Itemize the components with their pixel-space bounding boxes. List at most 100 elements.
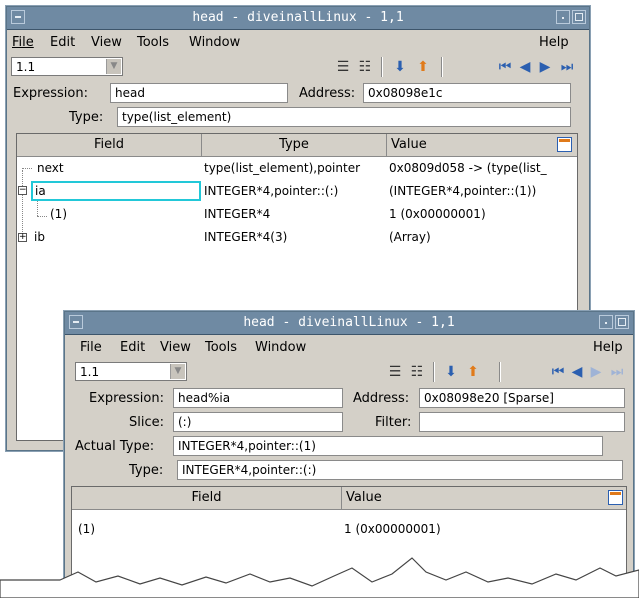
torn-edge (0, 557, 639, 598)
slice-row: Slice: (:) Filter: (65, 411, 633, 435)
menu-bar: File Edit View Tools Window Help (7, 30, 589, 54)
column-header-type[interactable]: Type (202, 134, 387, 156)
separator (441, 57, 443, 77)
separator (499, 362, 501, 382)
type-row: Type: INTEGER*4,pointer::(:) (65, 459, 633, 483)
menu-window[interactable]: Window (189, 35, 240, 50)
undive-icon[interactable]: ⬆ (465, 364, 481, 380)
last-icon[interactable]: ⏭ (609, 364, 625, 380)
undive-icon[interactable]: ⬆ (415, 59, 431, 75)
column-header-value[interactable]: Value (387, 134, 577, 156)
type-field[interactable]: INTEGER*4,pointer::(:) (177, 460, 623, 480)
actual-type-row: Actual Type: INTEGER*4,pointer::(1) (65, 435, 633, 459)
tree-connector (22, 168, 32, 170)
type-field[interactable]: type(list_element) (117, 107, 571, 127)
menu-window[interactable]: Window (255, 340, 306, 355)
maximize-icon[interactable] (615, 315, 629, 329)
table-header: Field Type Value (17, 134, 577, 157)
filter-label: Filter: (375, 415, 412, 430)
column-chooser-icon[interactable] (557, 137, 572, 152)
row-field-editor[interactable] (31, 181, 201, 201)
row-value: 1 (0x00000001) (344, 522, 441, 536)
maximize-icon[interactable] (572, 10, 586, 24)
dive-icon[interactable]: ⬇ (392, 59, 408, 75)
type-label: Type: (69, 110, 104, 125)
thread-combo-value: 1.1 (80, 365, 100, 379)
thread-combo-value: 1.1 (16, 60, 36, 74)
thread-combo[interactable]: 1.1 ▼ (11, 57, 123, 76)
collapse-icon[interactable]: − (18, 186, 27, 195)
row-value: (INTEGER*4,pointer::(1)) (389, 184, 537, 198)
row-type: INTEGER*4,pointer::(:) (204, 184, 339, 198)
menu-help[interactable]: Help (539, 35, 569, 50)
row-field: ib (34, 230, 45, 244)
menu-file[interactable]: File (80, 340, 102, 355)
table-header: Field Value (72, 487, 626, 510)
row-field: (1) (78, 522, 95, 536)
next-icon[interactable]: ▶ (537, 59, 553, 75)
column-header-value[interactable]: Value (342, 487, 626, 509)
row-value: (Array) (389, 230, 431, 244)
undive-list-icon[interactable]: ☷ (357, 59, 373, 75)
menu-edit[interactable]: Edit (120, 340, 145, 355)
tree-connector (37, 216, 47, 218)
actual-type-field[interactable]: INTEGER*4,pointer::(1) (173, 436, 603, 456)
address-field[interactable]: 0x08098e20 [Sparse] (419, 388, 625, 408)
toolbar: 1.1 ▼ ☰ ☷ ⬇ ⬆ ⏮ ◀ ▶ ⏭ (7, 54, 589, 80)
type-label: Type: (129, 463, 164, 478)
separator (381, 57, 383, 77)
minimize-icon[interactable] (599, 315, 613, 329)
next-icon[interactable]: ▶ (588, 364, 604, 380)
row-value: 0x0809d058 -> (type(list_ (389, 161, 547, 175)
toolbar: 1.1 ▼ ☰ ☷ ⬇ ⬆ ⏮ ◀ ▶ ⏭ (65, 359, 633, 385)
row-field: (1) (50, 207, 67, 221)
address-label: Address: (353, 391, 410, 406)
expression-label: Expression: (13, 86, 88, 101)
row-type: INTEGER*4(3) (204, 230, 288, 244)
separator (433, 362, 435, 382)
slice-label: Slice: (129, 415, 165, 430)
minimize-icon[interactable] (556, 10, 570, 24)
undive-list-icon[interactable]: ☷ (409, 364, 425, 380)
row-field: ia (35, 184, 46, 198)
address-field[interactable]: 0x08098e1c (363, 83, 571, 103)
expression-field[interactable]: head%ia (173, 388, 343, 408)
column-header-field[interactable]: Field (72, 487, 342, 509)
type-row: Type: type(list_element) (7, 106, 589, 130)
expression-row: Expression: head Address: 0x08098e1c (7, 82, 589, 106)
dive-list-icon[interactable]: ☰ (335, 59, 351, 75)
menu-tools[interactable]: Tools (205, 340, 237, 355)
filter-field[interactable] (419, 412, 625, 432)
menu-view[interactable]: View (91, 35, 122, 50)
column-chooser-icon[interactable] (608, 490, 623, 505)
dive-list-icon[interactable]: ☰ (387, 364, 403, 380)
title-bar[interactable]: head - diveinallLinux - 1,1 (65, 312, 633, 335)
prev-icon[interactable]: ◀ (569, 364, 585, 380)
menu-tools[interactable]: Tools (137, 35, 169, 50)
menu-view[interactable]: View (160, 340, 191, 355)
row-field: next (37, 161, 64, 175)
slice-field[interactable]: (:) (173, 412, 343, 432)
expand-icon[interactable]: + (18, 233, 27, 242)
expression-row: Expression: head%ia Address: 0x08098e20 … (65, 387, 633, 411)
chevron-down-icon[interactable]: ▼ (106, 59, 121, 74)
menu-file[interactable]: File (12, 35, 34, 50)
title-bar[interactable]: head - diveinallLinux - 1,1 (7, 7, 589, 30)
last-icon[interactable]: ⏭ (559, 59, 575, 75)
first-icon[interactable]: ⏮ (497, 59, 513, 75)
actual-type-label: Actual Type: (75, 439, 155, 454)
dive-icon[interactable]: ⬇ (443, 364, 459, 380)
expression-field[interactable]: head (110, 83, 288, 103)
first-icon[interactable]: ⏮ (550, 364, 566, 380)
menu-help[interactable]: Help (593, 340, 623, 355)
window-title: head - diveinallLinux - 1,1 (243, 315, 455, 330)
thread-combo[interactable]: 1.1 ▼ (75, 362, 187, 381)
row-type: INTEGER*4 (204, 207, 271, 221)
menu-bar: File Edit View Tools Window Help (65, 335, 633, 359)
prev-icon[interactable]: ◀ (517, 59, 533, 75)
address-label: Address: (299, 86, 356, 101)
column-header-field[interactable]: Field (17, 134, 202, 156)
menu-edit[interactable]: Edit (50, 35, 75, 50)
chevron-down-icon[interactable]: ▼ (170, 364, 185, 379)
row-value: 1 (0x00000001) (389, 207, 486, 221)
